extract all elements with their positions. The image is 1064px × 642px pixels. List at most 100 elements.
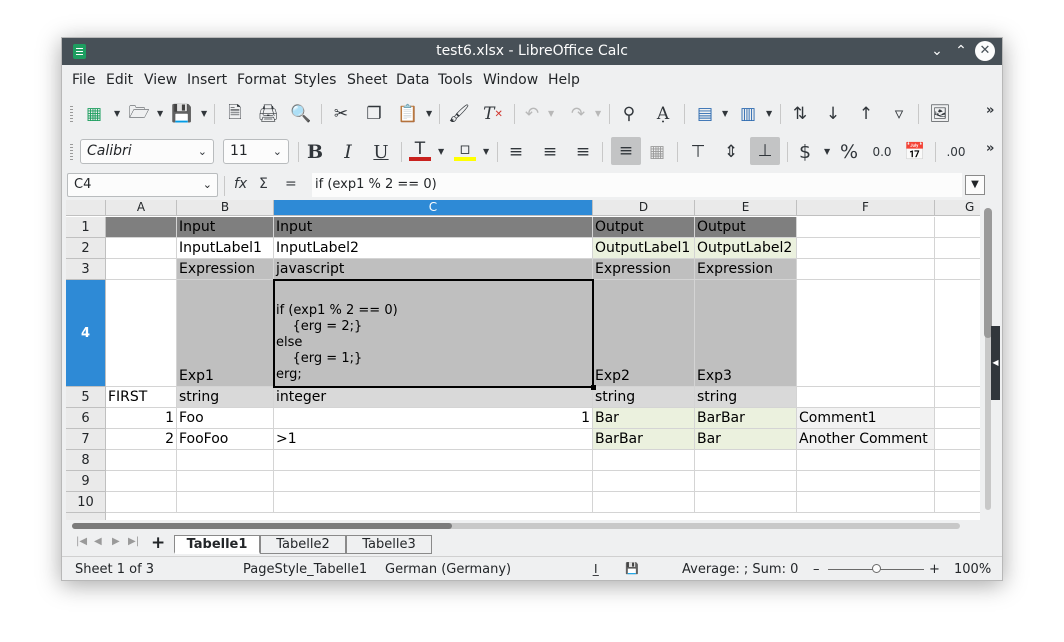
sheet-tab-tabelle1[interactable]: Tabelle1 xyxy=(174,535,260,554)
cell-d6[interactable]: Bar xyxy=(593,408,695,429)
name-box[interactable]: C4 ⌄ xyxy=(67,173,218,197)
cell-e5[interactable]: string xyxy=(695,387,797,408)
expand-formula-icon[interactable]: ▼ xyxy=(965,175,985,195)
copy-icon[interactable]: ❐ xyxy=(363,103,385,125)
cell-a2[interactable] xyxy=(106,238,177,259)
cell-e8[interactable] xyxy=(695,450,797,471)
zoom-level[interactable]: 100% xyxy=(954,562,991,577)
column-header-g[interactable]: G xyxy=(935,200,980,216)
vertical-scrollbar[interactable]: ◀ xyxy=(980,200,1000,520)
number-format-icon[interactable]: 0.0 xyxy=(871,141,893,163)
percent-icon[interactable]: % xyxy=(838,141,860,163)
row-dropdown-icon[interactable]: ▼ xyxy=(722,103,730,125)
cell-e4[interactable]: Exp3 xyxy=(695,280,797,387)
cell-d10[interactable] xyxy=(593,492,695,513)
select-all-corner[interactable] xyxy=(66,200,106,216)
menu-file[interactable]: File xyxy=(72,72,95,88)
toolbar-handle[interactable] xyxy=(70,104,73,122)
add-sheet-icon[interactable]: + xyxy=(151,533,165,553)
cell-e7[interactable]: Bar xyxy=(695,429,797,450)
cell-f7[interactable]: Another Comment xyxy=(797,429,935,450)
align-top-icon[interactable]: ⊤ xyxy=(687,141,709,163)
cell-g1[interactable] xyxy=(935,217,980,238)
cell-b6[interactable]: Foo xyxy=(177,408,274,429)
undo-dropdown-icon[interactable]: ▼ xyxy=(548,103,556,125)
align-bottom-icon[interactable]: ⊥ xyxy=(750,137,780,165)
column-header-f[interactable]: F xyxy=(797,200,935,216)
menu-insert[interactable]: Insert xyxy=(187,72,227,88)
center-vertically-icon[interactable]: ⇕ xyxy=(720,141,742,163)
cell-b9[interactable] xyxy=(177,471,274,492)
cell-b8[interactable] xyxy=(177,450,274,471)
cell-a4[interactable] xyxy=(106,280,177,387)
row-header-6[interactable]: 6 xyxy=(66,408,106,429)
vertical-scroll-thumb[interactable] xyxy=(984,208,992,338)
cell-g8[interactable] xyxy=(935,450,980,471)
menu-data[interactable]: Data xyxy=(396,72,429,88)
cell-g2[interactable] xyxy=(935,238,980,259)
cell-a1[interactable] xyxy=(106,217,177,238)
cell-f8[interactable] xyxy=(797,450,935,471)
cell-f3[interactable] xyxy=(797,259,935,280)
cell-g5[interactable] xyxy=(935,387,980,408)
cell-c8[interactable] xyxy=(274,450,593,471)
sort-icon[interactable]: ⇅ xyxy=(789,103,811,125)
cell-c1[interactable]: Input xyxy=(274,217,593,238)
row-header-11[interactable] xyxy=(66,513,106,520)
cell-d3[interactable]: Expression xyxy=(593,259,695,280)
sheet-tab-tabelle2[interactable]: Tabelle2 xyxy=(260,535,346,554)
row-header-5[interactable]: 5 xyxy=(66,387,106,408)
cell-c10[interactable] xyxy=(274,492,593,513)
cell-e9[interactable] xyxy=(695,471,797,492)
cell-d5[interactable]: string xyxy=(593,387,695,408)
print-icon[interactable]: 🖨 xyxy=(257,103,279,125)
column-header-e[interactable]: E xyxy=(695,200,797,216)
minimize-button[interactable]: ⌄ xyxy=(927,41,947,61)
page-style[interactable]: PageStyle_Tabelle1 xyxy=(243,562,367,577)
column-icon[interactable]: ▥ xyxy=(737,103,759,125)
cell-e2[interactable]: OutputLabel2 xyxy=(695,238,797,259)
menu-window[interactable]: Window xyxy=(483,72,538,88)
cell-b2[interactable]: InputLabel1 xyxy=(177,238,274,259)
cell-e10[interactable] xyxy=(695,492,797,513)
cell-d7[interactable]: BarBar xyxy=(593,429,695,450)
maximize-button[interactable]: ⌃ xyxy=(951,41,971,61)
cell-b7[interactable]: FooFoo xyxy=(177,429,274,450)
cell-a9[interactable] xyxy=(106,471,177,492)
clear-formatting-icon[interactable]: T ✕ xyxy=(482,103,504,125)
cell-f1[interactable] xyxy=(797,217,935,238)
bold-icon[interactable]: B xyxy=(304,141,326,163)
cell-f2[interactable] xyxy=(797,238,935,259)
spelling-icon[interactable]: Ạ xyxy=(652,103,674,125)
toolbar-handle[interactable] xyxy=(70,142,73,160)
cell-c7[interactable]: >1 xyxy=(274,429,593,450)
date-format-icon[interactable]: 📅 xyxy=(904,141,926,163)
cell-d4[interactable]: Exp2 xyxy=(593,280,695,387)
column-header-b[interactable]: B xyxy=(177,200,274,216)
menu-styles[interactable]: Styles xyxy=(294,72,336,88)
menu-help[interactable]: Help xyxy=(548,72,580,88)
formula-input[interactable]: if (exp1 % 2 == 0) xyxy=(312,173,962,197)
column-dropdown-icon[interactable]: ▼ xyxy=(766,103,774,125)
cell-f9[interactable] xyxy=(797,471,935,492)
cell-g10[interactable] xyxy=(935,492,980,513)
cut-icon[interactable]: ✂ xyxy=(330,103,352,125)
font-name-combo[interactable]: Calibri ⌄ xyxy=(80,139,214,164)
cell-e3[interactable]: Expression xyxy=(695,259,797,280)
row-header-3[interactable]: 3 xyxy=(66,259,106,280)
italic-icon[interactable]: I xyxy=(337,141,359,163)
add-decimal-icon[interactable]: .00 xyxy=(945,141,967,163)
cell-c6[interactable]: 1 xyxy=(274,408,593,429)
merge-cells-icon[interactable]: ▦ xyxy=(646,141,668,163)
find-replace-icon[interactable]: ⚲ xyxy=(618,103,640,125)
cell-e1[interactable]: Output xyxy=(695,217,797,238)
selection-summary[interactable]: Average: ; Sum: 0 xyxy=(682,562,798,577)
sort-ascending-icon[interactable]: ↓ xyxy=(822,103,844,125)
close-button[interactable]: ✕ xyxy=(975,41,995,61)
more-tools-icon[interactable]: » xyxy=(986,103,994,118)
new-dropdown-icon[interactable]: ▼ xyxy=(114,103,122,125)
cell-d9[interactable] xyxy=(593,471,695,492)
cell-a8[interactable] xyxy=(106,450,177,471)
save-dropdown-icon[interactable]: ▼ xyxy=(201,103,209,125)
new-spreadsheet-icon[interactable]: ▦ xyxy=(83,103,105,125)
